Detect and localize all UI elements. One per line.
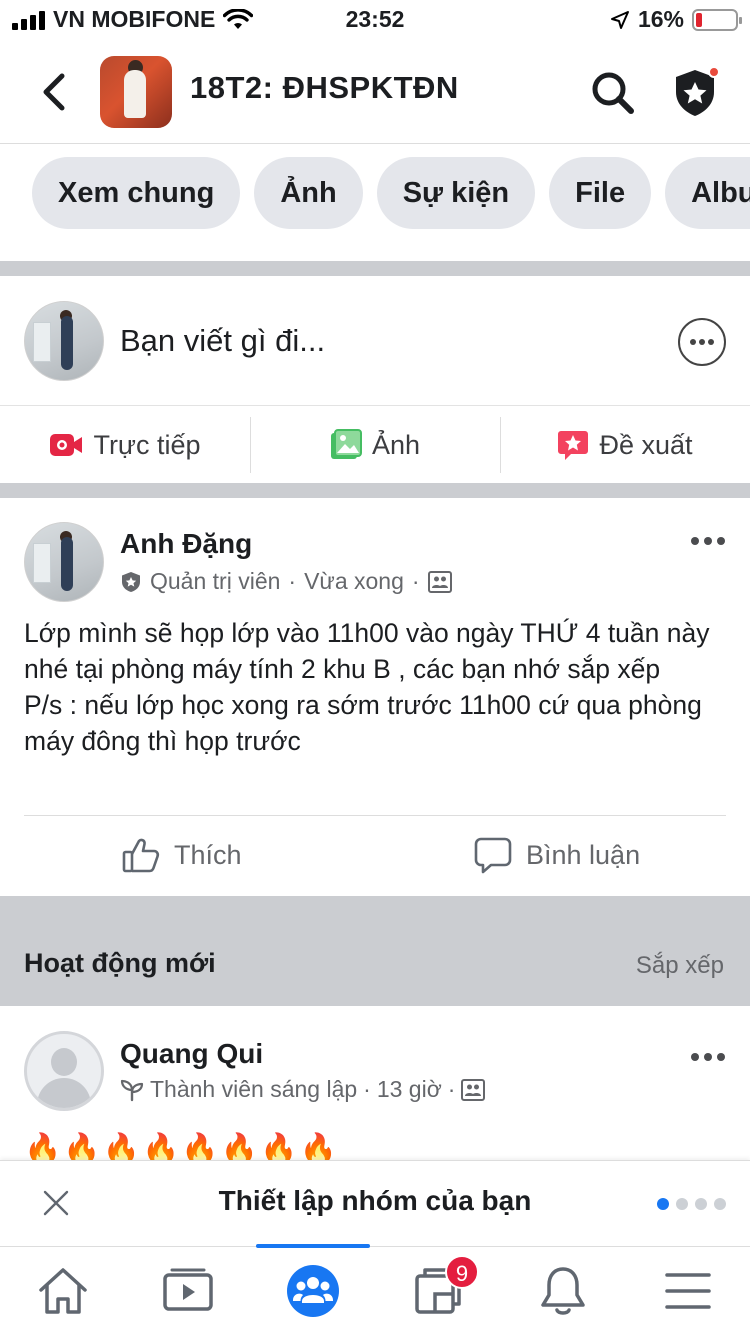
- group-tabs: Xem chungẢnhSự kiệnFileAlbum: [0, 145, 750, 261]
- meta-separator: ·: [288, 568, 297, 594]
- post-author-name[interactable]: Anh Đặng: [120, 528, 252, 560]
- comment-label: Bình luận: [526, 839, 641, 870]
- group-post: Quang Qui Thành viên sáng lập · 13 giờ ·…: [0, 1006, 750, 1160]
- back-button[interactable]: [36, 70, 76, 114]
- post-meta: Quản trị viên · Vừa xong ·: [120, 568, 452, 595]
- search-icon: [592, 72, 634, 114]
- tab-overview[interactable]: Xem chung: [32, 157, 241, 229]
- battery-percent: 16%: [637, 6, 684, 32]
- bottom-navigation: 9: [0, 1244, 750, 1334]
- sort-button[interactable]: Sắp xếp: [636, 952, 724, 980]
- group-title[interactable]: 18T2: ĐHSPKTĐN: [190, 70, 459, 106]
- post-actions: Thích Bình luận: [0, 816, 750, 894]
- post-text-line: P/s : nếu lớp học xong ra sớm trước 11h0…: [24, 690, 702, 756]
- composer-more-button[interactable]: [678, 318, 726, 366]
- sprout-icon: [120, 1079, 144, 1101]
- admin-tools-button[interactable]: [668, 64, 722, 120]
- home-icon: [39, 1268, 87, 1314]
- more-horizontal-icon: [690, 339, 714, 345]
- nav-notifications[interactable]: [500, 1247, 626, 1334]
- live-video-icon: [50, 434, 83, 456]
- like-button[interactable]: Thích: [122, 816, 242, 894]
- activity-header: Hoạt động mới Sắp xếp: [0, 896, 750, 1006]
- post-author-role: Quản trị viên: [150, 568, 281, 594]
- status-right: 16%: [610, 6, 742, 33]
- group-header: 18T2: ĐHSPKTĐN: [0, 40, 750, 144]
- page-dot: [676, 1198, 688, 1210]
- post-author-name[interactable]: Quang Qui: [120, 1038, 263, 1070]
- photo-button[interactable]: Ảnh: [250, 407, 500, 483]
- user-avatar[interactable]: [24, 301, 104, 381]
- thumbs-up-icon: [122, 838, 160, 873]
- like-label: Thích: [174, 839, 242, 870]
- group-avatar[interactable]: [100, 56, 172, 128]
- more-horizontal-icon: [691, 537, 725, 545]
- notification-dot: [708, 66, 720, 78]
- meta-separator: ·: [363, 1076, 371, 1102]
- group-audience-icon: [427, 570, 452, 593]
- group-setup-banner[interactable]: Thiết lập nhóm của bạn: [0, 1160, 750, 1246]
- post-body: Lớp mình sẽ họp lớp vào 11h00 vào ngày T…: [24, 615, 734, 759]
- post-time[interactable]: Vừa xong: [304, 568, 404, 595]
- post-composer: Bạn viết gì đi...: [0, 276, 750, 406]
- page-dot: [695, 1198, 707, 1210]
- nav-menu[interactable]: [625, 1247, 750, 1334]
- post-author-role: Thành viên sáng lập: [150, 1076, 358, 1102]
- watch-icon: [163, 1268, 213, 1311]
- battery-icon: [692, 8, 742, 31]
- notification-badge: 9: [445, 1255, 479, 1289]
- notifications-bell-icon: [541, 1267, 585, 1315]
- tab-events[interactable]: Sự kiện: [376, 157, 536, 229]
- post-text-line: Lớp mình sẽ họp lớp vào 11h00 vào ngày T…: [24, 618, 710, 684]
- post-body: 🔥🔥🔥🔥🔥🔥🔥🔥: [24, 1133, 339, 1160]
- nav-watch[interactable]: [125, 1247, 251, 1334]
- nav-pages[interactable]: 9: [375, 1247, 501, 1334]
- page-dot: [657, 1198, 669, 1210]
- nav-home[interactable]: [0, 1247, 126, 1334]
- post-options-button[interactable]: [690, 534, 726, 546]
- recommend-star-icon: [558, 431, 589, 460]
- live-button[interactable]: Trực tiếp: [0, 407, 250, 483]
- photo-icon: [330, 429, 362, 459]
- tab-photos[interactable]: Ảnh: [254, 157, 363, 229]
- post-time[interactable]: 13 giờ: [377, 1076, 442, 1103]
- group-audience-icon: [461, 1078, 486, 1101]
- admin-badge-icon: [122, 571, 140, 592]
- composer-actions: Trực tiếp Ảnh Đề xuất: [0, 407, 750, 483]
- section-divider: [0, 261, 750, 276]
- composer-input[interactable]: Bạn viết gì đi...: [120, 323, 325, 359]
- more-horizontal-icon: [691, 1053, 725, 1061]
- live-label: Trực tiếp: [93, 429, 201, 460]
- location-arrow-icon: [610, 10, 629, 29]
- menu-icon: [665, 1273, 711, 1309]
- recommend-label: Đề xuất: [599, 429, 693, 460]
- search-button[interactable]: [590, 70, 636, 116]
- post-meta: Thành viên sáng lập · 13 giờ ·: [120, 1076, 486, 1103]
- nav-groups[interactable]: [250, 1247, 376, 1334]
- comment-bubble-icon: [474, 837, 512, 874]
- photo-label: Ảnh: [371, 429, 421, 460]
- post-options-button[interactable]: [690, 1050, 726, 1062]
- status-bar: VN MOBIFONE 23:52 16%: [0, 0, 750, 40]
- page-indicator: [657, 1198, 726, 1210]
- comment-button[interactable]: Bình luận: [474, 816, 640, 894]
- setup-title: Thiết lập nhóm của bạn: [218, 1185, 532, 1216]
- recommend-button[interactable]: Đề xuất: [500, 407, 750, 483]
- back-chevron-icon: [43, 73, 65, 111]
- meta-separator: ·: [447, 1076, 456, 1102]
- activity-title: Hoạt động mới: [24, 948, 216, 978]
- meta-separator: ·: [411, 568, 420, 594]
- default-avatar-icon[interactable]: [24, 1031, 104, 1111]
- tab-albums[interactable]: Album: [665, 157, 750, 229]
- post-author-avatar[interactable]: [24, 522, 104, 602]
- section-divider: [0, 483, 750, 498]
- tab-files[interactable]: File: [549, 157, 652, 229]
- groups-icon: [287, 1265, 339, 1317]
- page-dot: [714, 1198, 726, 1210]
